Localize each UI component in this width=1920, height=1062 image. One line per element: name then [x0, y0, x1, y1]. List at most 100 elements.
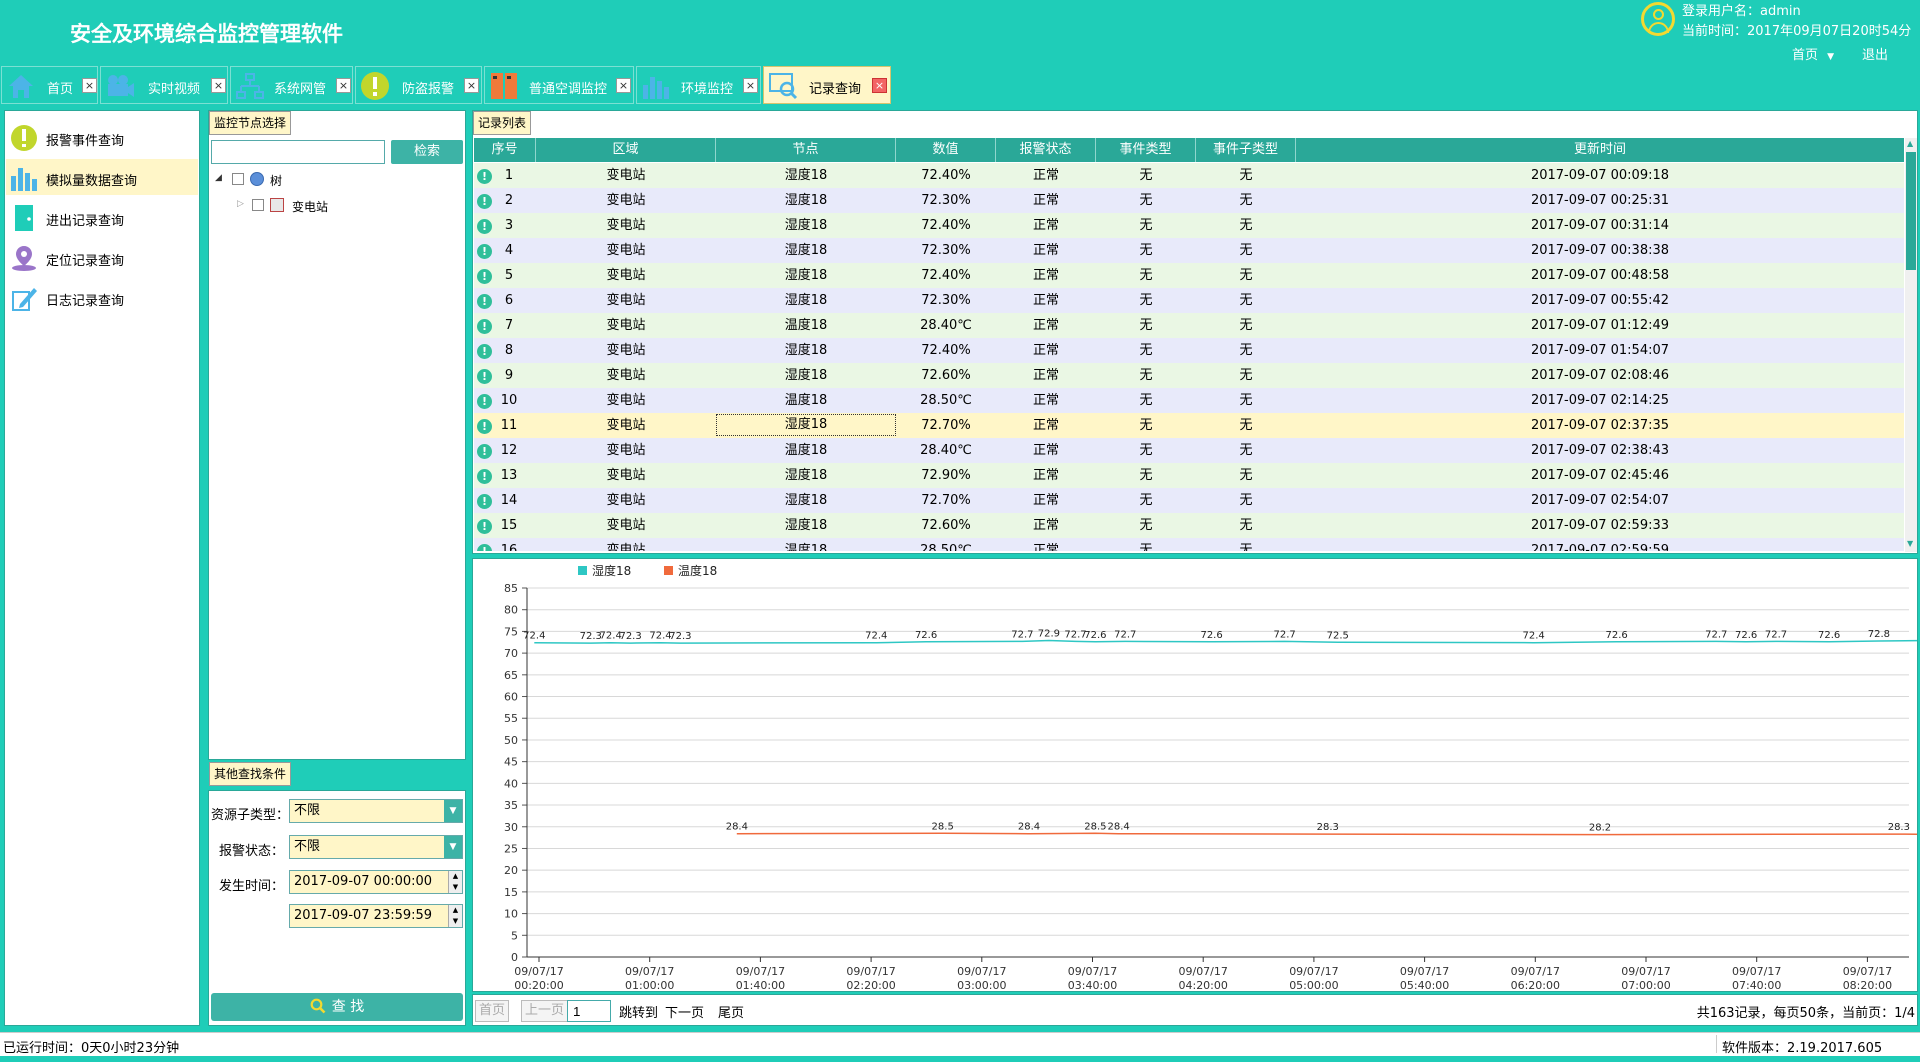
table-row[interactable]: ! 14 变电站 湿度18 72.70% 正常 无 无 2017-09-07 02:54:07 — [474, 488, 1904, 513]
close-icon[interactable]: × — [464, 78, 479, 93]
spinner-icon[interactable]: ▲ ▼ — [448, 871, 462, 893]
legend-label: 温度18 — [678, 563, 717, 578]
col-header-event-type[interactable]: 事件类型 — [1096, 138, 1196, 162]
tab-alarm[interactable]: 防盗报警 × — [355, 66, 482, 104]
table-row[interactable]: ! 12 变电站 温度18 28.40℃ 正常 无 无 2017-09-07 02:38:43 — [474, 438, 1904, 463]
chevron-down-icon[interactable]: ▼ — [444, 836, 462, 858]
cell-alarm-status: 正常 — [1032, 393, 1059, 408]
close-icon[interactable]: × — [336, 78, 351, 93]
tab-aircon[interactable]: 普通空调监控 × — [484, 66, 634, 104]
cell-value: 72.30% — [921, 193, 971, 208]
col-header-index[interactable]: 序号 — [474, 138, 536, 162]
cell-index: 7 — [504, 318, 514, 333]
nav-alarm-event[interactable]: 报警事件查询 — [6, 119, 198, 155]
globe-icon — [250, 172, 264, 186]
spinner-icon[interactable]: ▲ ▼ — [448, 905, 462, 927]
chevron-down-icon[interactable]: ▼ — [444, 800, 462, 822]
col-header-area[interactable]: 区域 — [536, 138, 716, 162]
data-label: 28.3 — [1317, 822, 1339, 833]
record-table-scrollbar[interactable]: ▲ ▼ — [1905, 138, 1917, 552]
table-row[interactable]: ! 7 变电站 温度18 28.40℃ 正常 无 无 2017-09-07 01:12:49 — [474, 313, 1904, 338]
x-tick-date: 09/07/17 — [625, 965, 674, 978]
jump-to-button[interactable]: 跳转到 — [619, 1002, 658, 1021]
tree-node-substation[interactable]: ▷ 变电站 — [234, 196, 454, 216]
cell-event-type: 无 — [1139, 293, 1153, 308]
close-icon[interactable]: × — [82, 78, 97, 93]
x-tick-time: 03:40:00 — [1068, 979, 1117, 991]
table-row[interactable]: ! 2 变电站 湿度18 72.30% 正常 无 无 2017-09-07 00:25:31 — [474, 188, 1904, 213]
y-tick-label: 0 — [511, 951, 518, 964]
close-icon[interactable]: × — [872, 78, 887, 93]
tree-node-checkbox[interactable] — [252, 199, 264, 211]
tab-network[interactable]: 系统网管 × — [230, 66, 353, 104]
expand-arrow-icon[interactable]: ◢ — [215, 173, 222, 183]
tab-home[interactable]: 首页 × — [1, 66, 98, 104]
y-tick-label: 55 — [504, 712, 518, 725]
col-header-alarm-status[interactable]: 报警状态 — [996, 138, 1096, 162]
table-row[interactable]: ! 10 变电站 温度18 28.50℃ 正常 无 无 2017-09-07 02:14:25 — [474, 388, 1904, 413]
table-row[interactable]: ! 8 变电站 湿度18 72.40% 正常 无 无 2017-09-07 01:54:07 — [474, 338, 1904, 363]
data-label: 72.7 — [1765, 629, 1787, 640]
home-menu[interactable]: 首页 ▼ — [1792, 44, 1834, 63]
table-row[interactable]: ! 3 变电站 湿度18 72.40% 正常 无 无 2017-09-07 00:31:14 — [474, 213, 1904, 238]
scrollbar-thumb[interactable] — [1906, 152, 1916, 270]
node-search-input[interactable] — [211, 140, 385, 164]
table-row[interactable]: ! 1 变电站 湿度18 72.40% 正常 无 无 2017-09-07 00:09:18 — [474, 163, 1904, 188]
next-page-button[interactable]: 下一页 — [665, 1002, 704, 1021]
node-search-button[interactable]: 检索 — [391, 140, 463, 164]
table-row[interactable]: ! 9 变电站 湿度18 72.60% 正常 无 无 2017-09-07 02:08:46 — [474, 363, 1904, 388]
table-row[interactable]: ! 5 变电站 湿度18 72.40% 正常 无 无 2017-09-07 00:48:58 — [474, 263, 1904, 288]
table-row[interactable]: ! 11 变电站 湿度18 72.70% 正常 无 无 2017-09-07 02:37:35 — [474, 413, 1904, 438]
table-row[interactable]: ! 4 变电站 湿度18 72.30% 正常 无 无 2017-09-07 00:38:38 — [474, 238, 1904, 263]
col-header-event-subtype[interactable]: 事件子类型 — [1196, 138, 1296, 162]
tab-label: 首页 — [47, 82, 74, 97]
subtype-select[interactable]: 不限 ▼ — [289, 799, 463, 823]
close-icon[interactable]: × — [616, 78, 631, 93]
series-line-1 — [736, 832, 1920, 836]
cell-event-type: 无 — [1139, 193, 1153, 208]
data-label: 72.3 — [619, 631, 641, 642]
last-page-button[interactable]: 尾页 — [718, 1002, 744, 1021]
cell-event-subtype: 无 — [1239, 543, 1253, 551]
tab-records[interactable]: 记录查询 × — [763, 66, 891, 104]
close-icon[interactable]: × — [211, 78, 226, 93]
nav-analog-data[interactable]: 模拟量数据查询 — [6, 159, 198, 195]
col-header-value[interactable]: 数值 — [896, 138, 996, 162]
cell-index: 13 — [500, 468, 518, 483]
nav-label: 进出记录查询 — [46, 214, 125, 229]
first-page-button[interactable]: 首页 — [475, 1000, 510, 1022]
close-icon[interactable]: × — [743, 78, 758, 93]
find-button[interactable]: 查 找 — [211, 993, 463, 1021]
subtype-value: 不限 — [294, 803, 321, 818]
tab-environment[interactable]: 环境监控 × — [636, 66, 761, 104]
col-header-node[interactable]: 节点 — [716, 138, 896, 162]
end-time-input[interactable]: 2017-09-07 23:59:59 ▲ ▼ — [289, 904, 463, 928]
data-label: 28.3 — [1888, 822, 1910, 833]
table-row[interactable]: ! 13 变电站 湿度18 72.90% 正常 无 无 2017-09-07 02:45:46 — [474, 463, 1904, 488]
page-number-input[interactable] — [567, 1000, 611, 1022]
table-row[interactable]: ! 16 变电站 温度18 28.50℃ 正常 无 无 2017-09-07 02:59:59 — [474, 538, 1904, 551]
nav-location-record[interactable]: 定位记录查询 — [6, 239, 198, 275]
start-time-input[interactable]: 2017-09-07 00:00:00 ▲ ▼ — [289, 870, 463, 894]
tab-video[interactable]: 实时视频 × — [100, 66, 228, 104]
col-header-update-time[interactable]: 更新时间 — [1296, 138, 1904, 162]
nav-access-record[interactable]: 进出记录查询 — [6, 199, 198, 235]
tree-root[interactable]: ◢ 树 — [214, 170, 454, 190]
table-row[interactable]: ! 6 变电站 湿度18 72.30% 正常 无 无 2017-09-07 00:55:42 — [474, 288, 1904, 313]
prev-page-button[interactable]: 上一页 — [521, 1000, 569, 1022]
scroll-down-icon[interactable]: ▼ — [1907, 539, 1913, 548]
app-title: 安全及环境综合监控管理软件 — [70, 22, 343, 46]
data-label: 72.4 — [1523, 631, 1545, 642]
scroll-up-icon[interactable]: ▲ — [1907, 139, 1913, 148]
alarm-status-select[interactable]: 不限 ▼ — [289, 835, 463, 859]
cell-area: 变电站 — [606, 393, 646, 408]
nav-log-record[interactable]: 日志记录查询 — [6, 279, 198, 315]
cell-node: 湿度18 — [784, 293, 828, 308]
tree-root-checkbox[interactable] — [232, 173, 244, 185]
expand-arrow-icon[interactable]: ▷ — [237, 199, 244, 209]
cell-index: 8 — [504, 343, 514, 358]
cell-value: 72.60% — [921, 368, 971, 383]
y-tick-label: 60 — [504, 691, 518, 704]
logout-link[interactable]: 退出 — [1862, 44, 1888, 63]
table-row[interactable]: ! 15 变电站 湿度18 72.60% 正常 无 无 2017-09-07 02:59:33 — [474, 513, 1904, 538]
